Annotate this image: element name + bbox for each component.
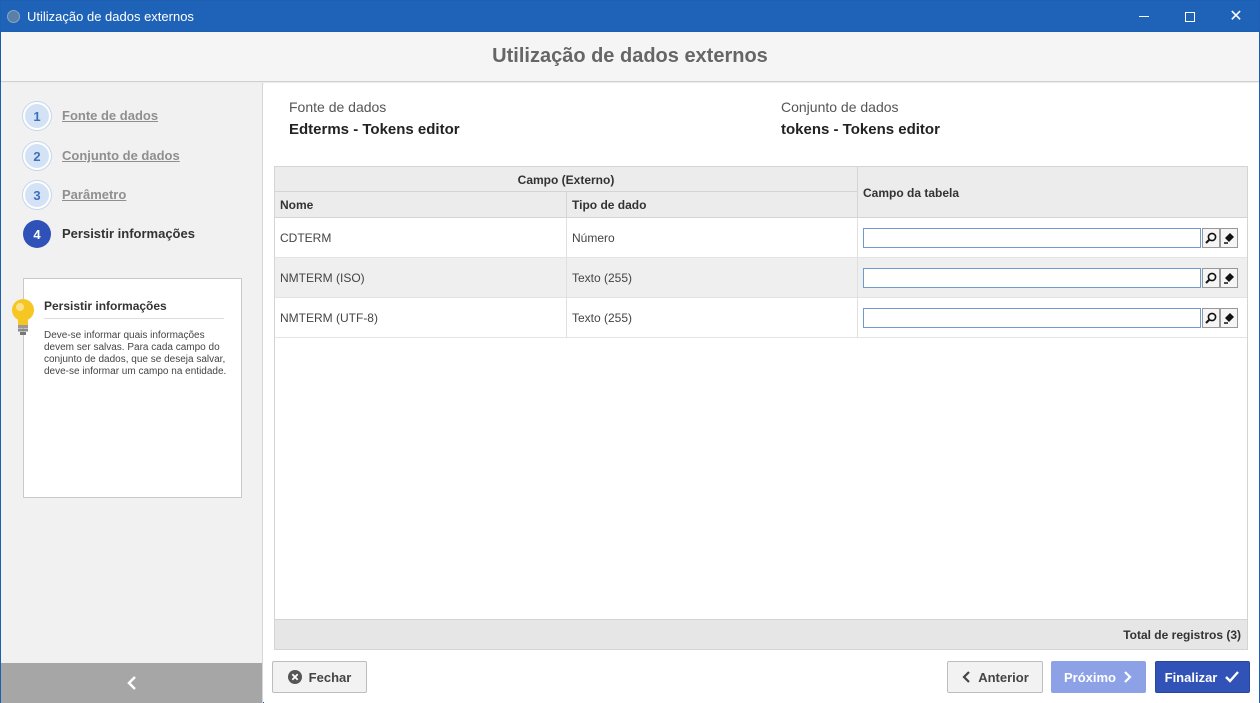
- dataset-value: tokens - Tokens editor: [781, 121, 940, 138]
- tip-text: Deve-se informar quais informações devem…: [44, 330, 227, 377]
- next-button-label: Próximo: [1063, 669, 1116, 685]
- table-row[interactable]: CDTERM Número: [275, 218, 1247, 258]
- tip-title: Persistir informações: [44, 299, 167, 313]
- source-label: Fonte de dados: [289, 99, 387, 115]
- step-label: Persistir informações: [62, 226, 195, 241]
- clear-field-button[interactable]: [1220, 228, 1238, 248]
- source-value: Edterms - Tokens editor: [289, 121, 460, 138]
- clear-field-button[interactable]: [1220, 268, 1238, 288]
- next-button[interactable]: Próximo: [1051, 661, 1146, 693]
- search-icon: [1205, 312, 1217, 324]
- eraser-icon: [1224, 273, 1234, 284]
- checkmark-icon: [1224, 670, 1240, 684]
- finish-button[interactable]: Finalizar: [1155, 661, 1250, 693]
- search-field-button[interactable]: [1202, 308, 1220, 328]
- grid-footer: Total de registros (3): [275, 619, 1247, 649]
- cell-tipo: Texto (255): [567, 298, 858, 338]
- table-field-input[interactable]: [863, 308, 1201, 328]
- mapping-grid: Campo (Externo) Nome Tipo de dado Campo …: [274, 166, 1248, 650]
- chevron-left-icon: [126, 676, 136, 690]
- table-field-input[interactable]: [863, 228, 1201, 248]
- cell-nome: CDTERM: [275, 218, 567, 258]
- window-title: Utilização de dados externos: [27, 9, 194, 24]
- cell-tipo: Texto (255): [567, 258, 858, 298]
- wizard-step-3[interactable]: 3 Parâmetro: [23, 181, 253, 209]
- search-field-button[interactable]: [1202, 268, 1220, 288]
- record-count: Total de registros (3): [1123, 628, 1241, 642]
- dataset-label: Conjunto de dados: [781, 99, 899, 115]
- tip-panel: Persistir informações Deve-se informar q…: [23, 278, 242, 498]
- wizard-step-4[interactable]: 4 Persistir informações: [23, 220, 253, 248]
- search-icon: [1205, 232, 1217, 244]
- wizard-step-1[interactable]: 1 Fonte de dados: [23, 102, 253, 130]
- grid-header: Campo (Externo) Nome Tipo de dado Campo …: [275, 167, 1247, 218]
- close-window-button[interactable]: ✕: [1213, 1, 1259, 32]
- finish-button-label: Finalizar: [1164, 669, 1218, 685]
- minimize-button[interactable]: [1121, 1, 1167, 32]
- step-number: 1: [23, 102, 51, 130]
- step-number: 3: [23, 181, 51, 209]
- dialog-window: Utilização de dados externos ✕ Utilizaçã…: [0, 0, 1260, 703]
- search-field-button[interactable]: [1202, 228, 1220, 248]
- table-row[interactable]: NMTERM (ISO) Texto (255): [275, 258, 1247, 298]
- search-icon: [1205, 272, 1217, 284]
- wizard-sidebar: 1 Fonte de dados 2 Conjunto de dados 3 P…: [1, 83, 263, 703]
- app-icon: [7, 10, 20, 23]
- cell-campo: [858, 258, 1247, 298]
- step-label[interactable]: Parâmetro: [62, 187, 126, 202]
- maximize-button[interactable]: [1167, 1, 1213, 32]
- close-icon: ✕: [1229, 7, 1243, 25]
- column-header-campo[interactable]: Campo da tabela: [858, 167, 1247, 218]
- column-group-header: Campo (Externo): [275, 167, 858, 192]
- lightbulb-icon: [9, 298, 37, 338]
- minimize-icon: [1139, 16, 1149, 17]
- cell-nome: NMTERM (ISO): [275, 258, 567, 298]
- previous-button[interactable]: Anterior: [947, 661, 1043, 693]
- eraser-icon: [1224, 233, 1234, 244]
- close-circle-icon: [287, 670, 302, 684]
- eraser-icon: [1224, 313, 1234, 324]
- chevron-left-icon: [961, 670, 971, 684]
- chevron-right-icon: [1123, 670, 1133, 684]
- collapse-sidebar-button[interactable]: [1, 663, 262, 703]
- table-row[interactable]: NMTERM (UTF-8) Texto (255): [275, 298, 1247, 338]
- table-field-input[interactable]: [863, 268, 1201, 288]
- close-button[interactable]: Fechar: [272, 661, 367, 693]
- column-header-nome[interactable]: Nome: [275, 192, 567, 218]
- cell-nome: NMTERM (UTF-8): [275, 298, 567, 338]
- step-label[interactable]: Fonte de dados: [62, 108, 158, 123]
- column-header-tipo[interactable]: Tipo de dado: [567, 192, 858, 218]
- wizard-step-2[interactable]: 2 Conjunto de dados: [23, 142, 253, 170]
- title-bar: Utilização de dados externos ✕: [1, 1, 1259, 32]
- cell-tipo: Número: [567, 218, 858, 258]
- main-content: Fonte de dados Edterms - Tokens editor C…: [264, 83, 1259, 703]
- cell-campo: [858, 298, 1247, 338]
- step-number: 2: [23, 142, 51, 170]
- step-label[interactable]: Conjunto de dados: [62, 148, 180, 163]
- maximize-icon: [1185, 11, 1195, 22]
- dialog-header: Utilização de dados externos: [1, 32, 1259, 82]
- divider: [44, 318, 224, 319]
- page-title: Utilização de dados externos: [492, 45, 768, 67]
- close-button-label: Fechar: [308, 669, 352, 685]
- step-number: 4: [23, 220, 51, 248]
- clear-field-button[interactable]: [1220, 308, 1238, 328]
- previous-button-label: Anterior: [978, 669, 1029, 685]
- cell-campo: [858, 218, 1247, 258]
